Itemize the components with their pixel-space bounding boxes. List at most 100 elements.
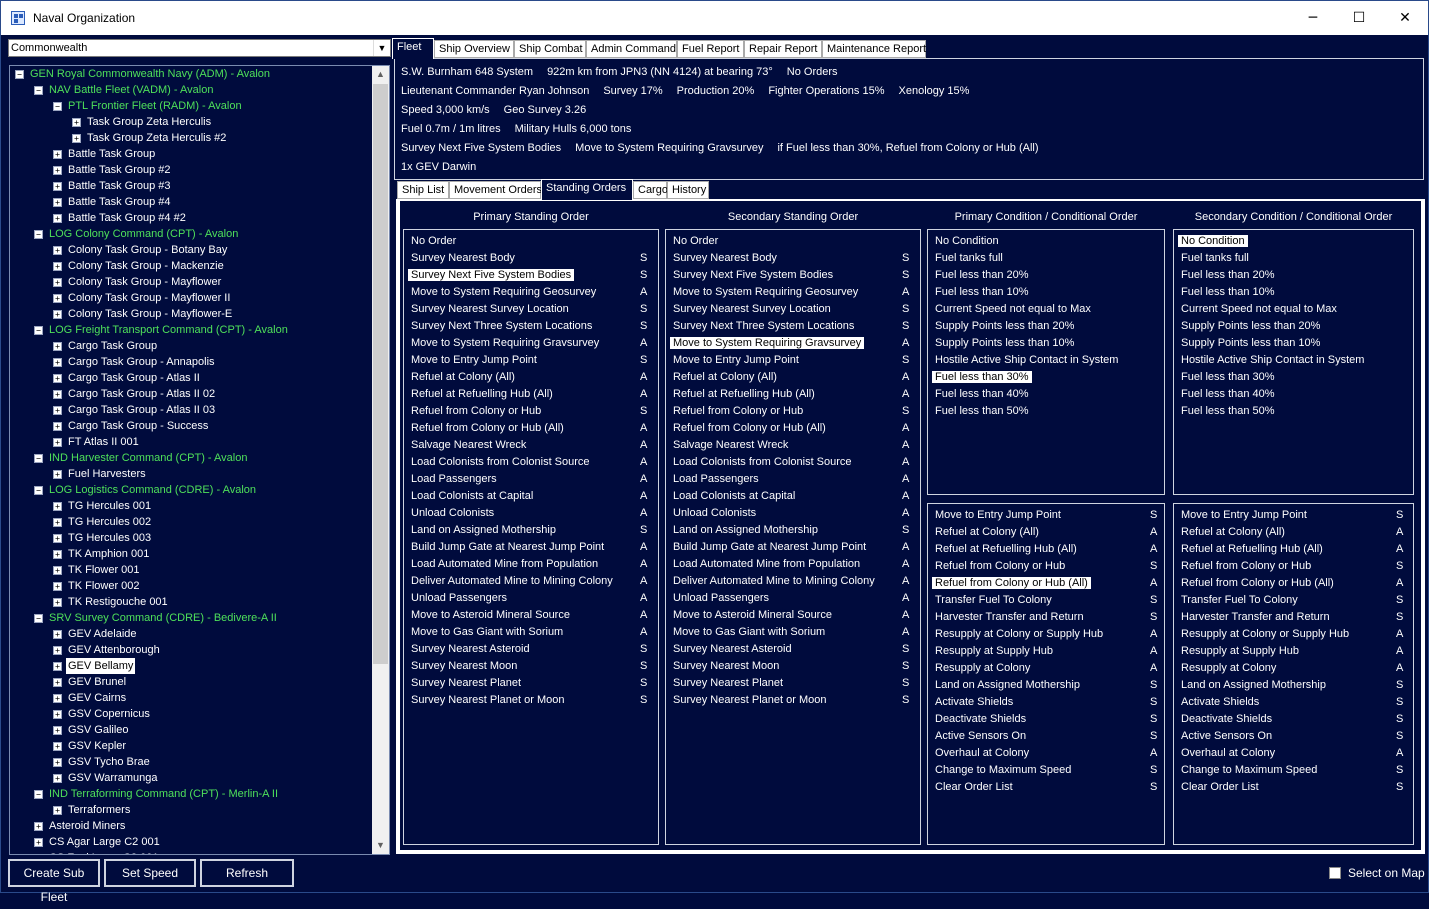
expand-icon[interactable]: + (53, 198, 62, 207)
expand-icon[interactable]: + (53, 246, 62, 255)
tab-history[interactable]: History (667, 181, 709, 199)
list-item[interactable]: Survey Nearest Survey Location S (670, 301, 918, 317)
expand-icon[interactable]: + (53, 678, 62, 687)
list-item[interactable]: Land on Assigned Mothership S (408, 522, 656, 538)
list-item[interactable]: No Condition (1178, 233, 1411, 249)
list-item[interactable]: Clear Order List S (932, 779, 1162, 795)
list-item[interactable]: Unload Passengers A (408, 590, 656, 606)
list-item[interactable]: Survey Next Five System Bodies S (408, 267, 656, 283)
list-item[interactable]: Overhaul at Colony A (932, 745, 1162, 761)
list-item[interactable]: Unload Passengers A (670, 590, 918, 606)
expand-icon[interactable]: + (72, 134, 81, 143)
list-item[interactable]: Load Colonists from Colonist Source A (408, 454, 656, 470)
expand-icon[interactable]: + (53, 582, 62, 591)
minimize-icon[interactable]: ─ (1290, 1, 1336, 35)
list-item[interactable]: Refuel at Colony (All) A (408, 369, 656, 385)
list-item[interactable]: Resupply at Colony or Supply Hub A (1178, 626, 1411, 642)
list-item[interactable]: Move to Gas Giant with Sorium A (670, 624, 918, 640)
list-item[interactable]: Survey Next Three System Locations S (408, 318, 656, 334)
secondary-conditional-order-list[interactable]: Move to Entry Jump Point S Refuel at Colon… (1173, 503, 1414, 845)
tab-fuel-report[interactable]: Fuel Report (677, 40, 744, 58)
list-item[interactable]: Resupply at Supply Hub A (932, 643, 1162, 659)
maximize-icon[interactable]: ☐ (1336, 1, 1382, 35)
list-item[interactable]: Move to Asteroid Mineral Source A (408, 607, 656, 623)
list-item[interactable]: Survey Next Five System Bodies S (670, 267, 918, 283)
list-item[interactable]: Supply Points less than 20% (1178, 318, 1411, 334)
expand-icon[interactable]: + (53, 438, 62, 447)
expand-icon[interactable]: + (34, 838, 43, 847)
list-item[interactable]: Activate Shields S (932, 694, 1162, 710)
tab-ship-combat[interactable]: Ship Combat (514, 40, 586, 58)
expand-icon[interactable]: + (53, 534, 62, 543)
expand-icon[interactable]: + (53, 390, 62, 399)
list-item[interactable]: Salvage Nearest Wreck A (408, 437, 656, 453)
list-item[interactable]: Land on Assigned Mothership S (932, 677, 1162, 693)
expand-icon[interactable]: + (53, 518, 62, 527)
list-item[interactable]: Move to System Requiring Gravsurvey A (670, 335, 918, 351)
list-item[interactable]: Transfer Fuel To Colony S (1178, 592, 1411, 608)
collapse-icon[interactable]: − (34, 614, 43, 623)
expand-icon[interactable]: + (53, 310, 62, 319)
expand-icon[interactable]: + (53, 150, 62, 159)
list-item[interactable]: Transfer Fuel To Colony S (932, 592, 1162, 608)
list-item[interactable]: Salvage Nearest Wreck A (670, 437, 918, 453)
expand-icon[interactable]: + (53, 470, 62, 479)
expand-icon[interactable]: + (53, 422, 62, 431)
list-item[interactable]: Fuel less than 40% (1178, 386, 1411, 402)
list-item[interactable]: Survey Nearest Asteroid S (408, 641, 656, 657)
list-item[interactable]: Unload Colonists A (408, 505, 656, 521)
set-speed-button[interactable]: Set Speed (104, 859, 196, 887)
list-item[interactable]: Deactivate Shields S (932, 711, 1162, 727)
primary-standing-order-list[interactable]: No Order Survey Nearest Body S Survey Next … (403, 229, 659, 845)
list-item[interactable]: Load Passengers A (408, 471, 656, 487)
scroll-down-icon[interactable]: ▼ (372, 837, 389, 854)
list-item[interactable]: Activate Shields S (1178, 694, 1411, 710)
checkbox-box[interactable] (1329, 867, 1341, 879)
list-item[interactable]: Harvester Transfer and Return S (1178, 609, 1411, 625)
list-item[interactable]: Load Automated Mine from Population A (670, 556, 918, 572)
expand-icon[interactable]: + (53, 214, 62, 223)
list-item[interactable]: Fuel tanks full (1178, 250, 1411, 266)
list-item[interactable]: Refuel from Colony or Hub S (1178, 558, 1411, 574)
list-item[interactable]: Change to Maximum Speed S (932, 762, 1162, 778)
expand-icon[interactable]: + (53, 166, 62, 175)
expand-icon[interactable]: + (72, 118, 81, 127)
collapse-icon[interactable]: − (53, 102, 62, 111)
list-item[interactable]: Resupply at Colony A (932, 660, 1162, 676)
expand-icon[interactable]: + (53, 662, 62, 671)
expand-icon[interactable]: + (53, 566, 62, 575)
list-item[interactable]: Fuel less than 40% (932, 386, 1162, 402)
expand-icon[interactable]: + (53, 758, 62, 767)
list-item[interactable]: Refuel at Refuelling Hub (All) A (932, 541, 1162, 557)
tab-ship-overview[interactable]: Ship Overview (434, 40, 514, 58)
scroll-up-icon[interactable]: ▲ (372, 66, 389, 83)
refresh-button[interactable]: Refresh (200, 859, 294, 887)
list-item[interactable]: Fuel less than 10% (932, 284, 1162, 300)
expand-icon[interactable]: + (53, 630, 62, 639)
expand-icon[interactable]: + (34, 822, 43, 831)
list-item[interactable]: Survey Nearest Body S (670, 250, 918, 266)
list-item[interactable]: Move to System Requiring Geosurvey A (408, 284, 656, 300)
tab-repair-report[interactable]: Repair Report (744, 40, 822, 58)
list-item[interactable]: Build Jump Gate at Nearest Jump Point A (670, 539, 918, 555)
list-item[interactable]: Move to System Requiring Gravsurvey A (408, 335, 656, 351)
list-item[interactable]: Survey Nearest Moon S (408, 658, 656, 674)
collapse-icon[interactable]: − (15, 70, 24, 79)
list-item[interactable]: Hostile Active Ship Contact in System (932, 352, 1162, 368)
list-item[interactable]: Fuel less than 50% (1178, 403, 1411, 419)
list-item[interactable]: Clear Order List S (1178, 779, 1411, 795)
list-item[interactable]: Refuel from Colony or Hub (All) A (1178, 575, 1411, 591)
list-item[interactable]: Refuel at Refuelling Hub (All) A (408, 386, 656, 402)
list-item[interactable]: Fuel less than 20% (932, 267, 1162, 283)
tree-scrollbar[interactable]: ▲ ▼ (372, 66, 389, 854)
list-item[interactable]: Move to Entry Jump Point S (408, 352, 656, 368)
list-item[interactable]: Fuel less than 30% (932, 369, 1162, 385)
list-item[interactable]: Survey Nearest Planet or Moon S (670, 692, 918, 708)
list-item[interactable]: Load Passengers A (670, 471, 918, 487)
tab-cargo[interactable]: Cargo (633, 181, 668, 199)
list-item[interactable]: Change to Maximum Speed S (1178, 762, 1411, 778)
tab-standing-orders[interactable]: Standing Orders (541, 179, 633, 200)
list-item[interactable]: Refuel from Colony or Hub S (408, 403, 656, 419)
collapse-icon[interactable]: − (34, 86, 43, 95)
list-item[interactable]: Survey Nearest Planet S (408, 675, 656, 691)
